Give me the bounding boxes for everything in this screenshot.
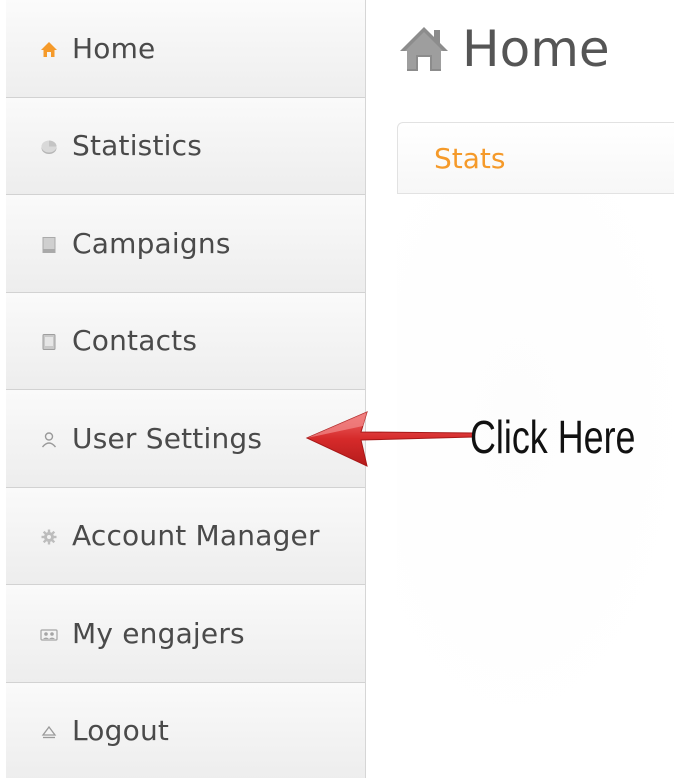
sidebar-item-label: Contacts <box>72 324 198 358</box>
sidebar-item-label: Statistics <box>72 129 202 163</box>
sidebar-item-label: User Settings <box>72 421 263 455</box>
sidebar-item-home[interactable]: Home <box>6 0 365 98</box>
sidebar: Home Statistics Campaigns Contacts User … <box>6 0 366 778</box>
user-icon <box>40 431 58 449</box>
pie-chart-icon <box>40 138 58 156</box>
document-icon <box>40 236 58 254</box>
home-icon <box>396 21 452 77</box>
gear-icon <box>40 528 58 546</box>
home-icon <box>40 41 58 59</box>
tab-label: Stats <box>434 141 506 175</box>
page-header: Home <box>396 14 610 84</box>
page: Home Statistics Campaigns Contacts User … <box>0 0 674 778</box>
annotation-label: Click Here <box>470 411 636 463</box>
page-title: Home <box>462 20 610 78</box>
sidebar-item-statistics[interactable]: Statistics <box>6 97 365 195</box>
arrow-annotation <box>305 411 474 467</box>
sidebar-item-campaigns[interactable]: Campaigns <box>6 195 365 293</box>
group-icon <box>40 626 58 644</box>
sidebar-item-label: My engajers <box>72 616 245 650</box>
sidebar-item-label: Logout <box>72 714 170 748</box>
sidebar-item-my-engajers[interactable]: My engajers <box>6 585 365 683</box>
sidebar-item-account-manager[interactable]: Account Manager <box>6 487 365 585</box>
tab-stats[interactable]: Stats <box>397 122 674 194</box>
sidebar-item-logout[interactable]: Logout <box>6 682 365 778</box>
address-book-icon <box>40 333 58 351</box>
sidebar-item-label: Campaigns <box>72 226 231 260</box>
eject-icon <box>40 723 58 741</box>
sidebar-item-label: Home <box>72 31 156 65</box>
main-content: Home Stats <box>366 0 674 778</box>
sidebar-item-label: Account Manager <box>72 519 320 553</box>
sidebar-item-contacts[interactable]: Contacts <box>6 292 365 390</box>
